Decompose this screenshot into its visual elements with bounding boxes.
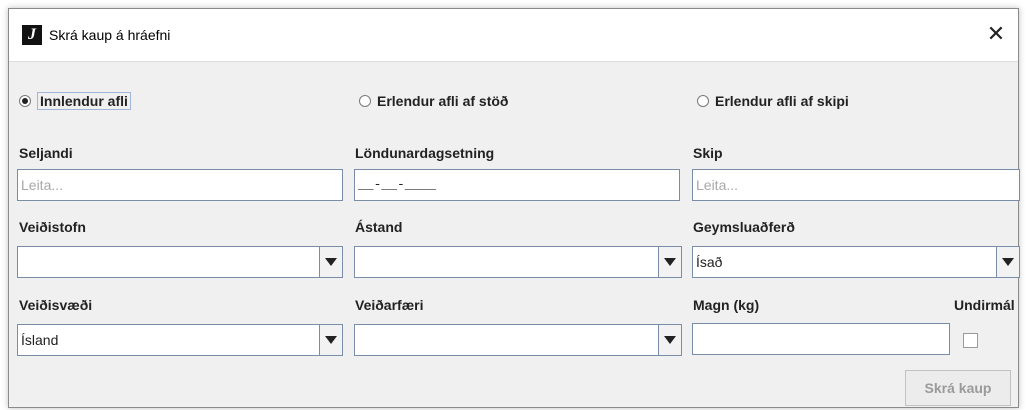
geymsluadferd-select[interactable]: Ísað [692,246,1020,278]
veidistofn-label: Veiðistofn [19,219,86,235]
radio-erlendur-afli-af-stod[interactable]: Erlendur afli af stöð [359,91,508,111]
geymsluadferd-label: Geymsluaðferð [693,219,795,235]
radio-selected-icon[interactable] [19,95,31,107]
dialog-window: J Skrá kaup á hráefni ✕ Innlendur afli E… [8,8,1020,408]
radio-innlendur-afli[interactable]: Innlendur afli [19,91,131,111]
astand-label: Ástand [355,219,403,235]
chevron-down-icon[interactable] [319,325,342,355]
radio-erlendur-afli-af-skipi[interactable]: Erlendur afli af skipi [697,91,849,111]
radio-unselected-icon[interactable] [359,95,371,107]
magn-label: Magn (kg) [693,297,760,313]
skra-kaup-button[interactable]: Skrá kaup [905,370,1011,406]
close-button[interactable]: ✕ [984,23,1008,47]
radio-label: Erlendur afli af stöð [377,93,509,109]
seljandi-search-input[interactable]: Leita... [17,169,343,201]
java-logo-icon: J [22,25,42,45]
veidisvaedi-select[interactable]: Ísland [17,324,343,356]
veidisvaedi-label: Veiðisvæði [19,297,93,313]
londunardagsetning-label: Löndunardagsetning [355,145,495,161]
londunardagsetning-date-field[interactable]: __-__-____ [354,169,680,201]
radio-label: Erlendur afli af skipi [715,93,849,109]
skip-search-input[interactable]: Leita... [692,169,1020,201]
undirmal-label: Undirmál [954,297,1015,313]
skip-label: Skip [693,145,723,161]
seljandi-label: Seljandi [19,145,73,161]
window-title: Skrá kaup á hráefni [49,27,171,43]
chevron-down-icon[interactable] [658,247,681,277]
geymsluadferd-value: Ísað [696,254,723,270]
undirmal-checkbox[interactable] [963,333,978,348]
veidarfaeri-select[interactable] [354,324,682,356]
chevron-down-icon[interactable] [319,247,342,277]
chevron-down-icon[interactable] [658,325,681,355]
radio-label: Innlendur afli [37,92,131,110]
veidistofn-select[interactable] [17,246,343,278]
title-bar: J Skrá kaup á hráefni ✕ [9,9,1018,62]
veidarfaeri-label: Veiðarfæri [355,297,424,313]
chevron-down-icon[interactable] [996,247,1019,277]
magn-input[interactable] [692,323,950,355]
radio-unselected-icon[interactable] [697,95,709,107]
veidisvaedi-value: Ísland [21,332,59,348]
astand-select[interactable] [354,246,682,278]
